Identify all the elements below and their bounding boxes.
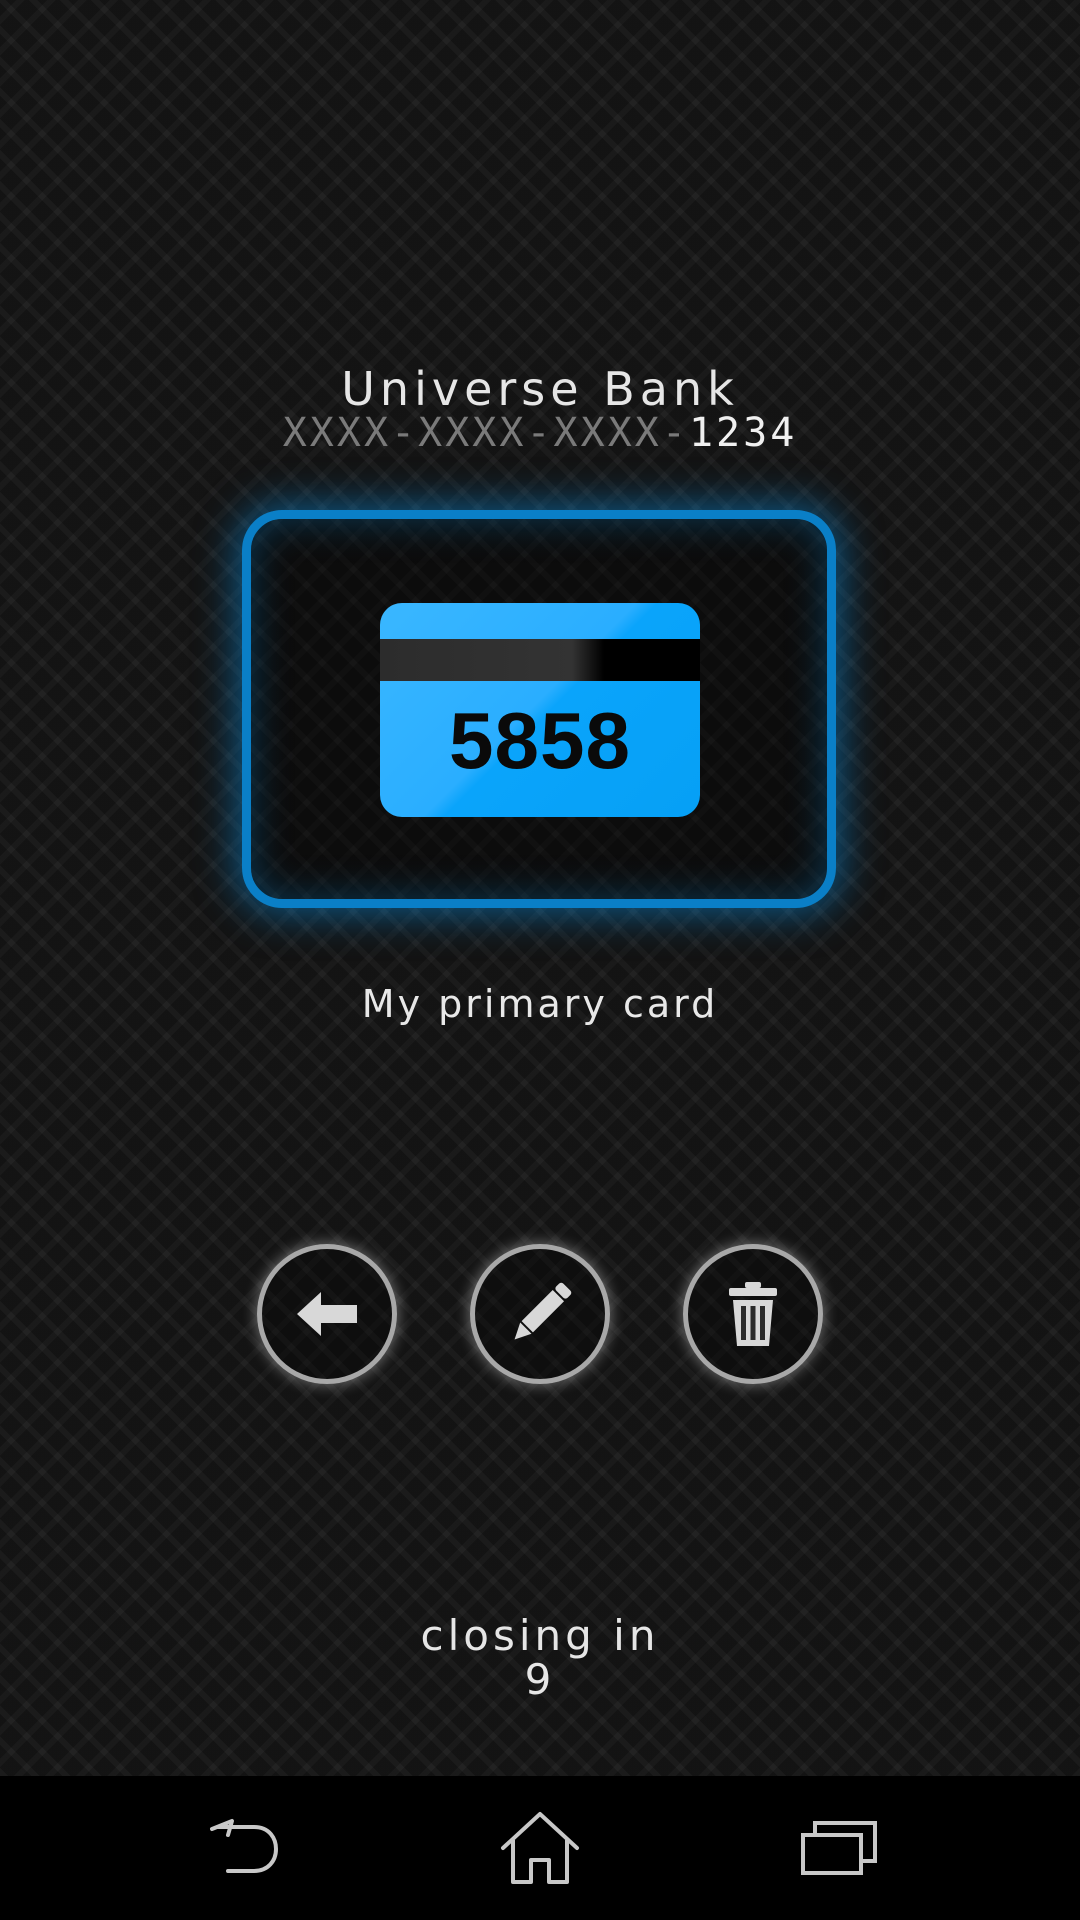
home-icon bbox=[501, 1812, 579, 1884]
screen: Universe Bank XXXX-XXXX-XXXX-1234 5858 M… bbox=[0, 0, 1080, 1920]
pencil-icon bbox=[514, 1282, 572, 1340]
closing-text: closing in bbox=[420, 1611, 660, 1660]
system-navbar bbox=[0, 1776, 1080, 1920]
back-button[interactable] bbox=[257, 1244, 397, 1384]
card-number-masked: XXXX-XXXX-XXXX- bbox=[282, 410, 689, 456]
credit-card-icon: 5858 bbox=[380, 603, 700, 817]
arrow-left-icon bbox=[297, 1292, 357, 1336]
edit-button[interactable] bbox=[470, 1244, 610, 1384]
closing-countdown: closing in 9 bbox=[0, 1614, 1080, 1702]
delete-button[interactable] bbox=[683, 1244, 823, 1384]
card-magnetic-stripe bbox=[380, 639, 700, 681]
nav-recents-button[interactable] bbox=[760, 1776, 920, 1920]
nav-home-button[interactable] bbox=[460, 1776, 620, 1920]
card-number-last4: 1234 bbox=[688, 410, 798, 456]
nav-back-button[interactable] bbox=[163, 1776, 323, 1920]
card-label: My primary card bbox=[361, 982, 719, 1026]
closing-seconds: 9 bbox=[524, 1655, 556, 1704]
trash-icon bbox=[729, 1282, 777, 1346]
card-number: XXXX-XXXX-XXXX-1234 bbox=[0, 410, 1080, 456]
back-icon bbox=[210, 1819, 279, 1873]
bank-name: Universe Bank bbox=[341, 362, 739, 416]
card-pin: 5858 bbox=[449, 696, 631, 785]
recents-icon bbox=[801, 1821, 877, 1875]
